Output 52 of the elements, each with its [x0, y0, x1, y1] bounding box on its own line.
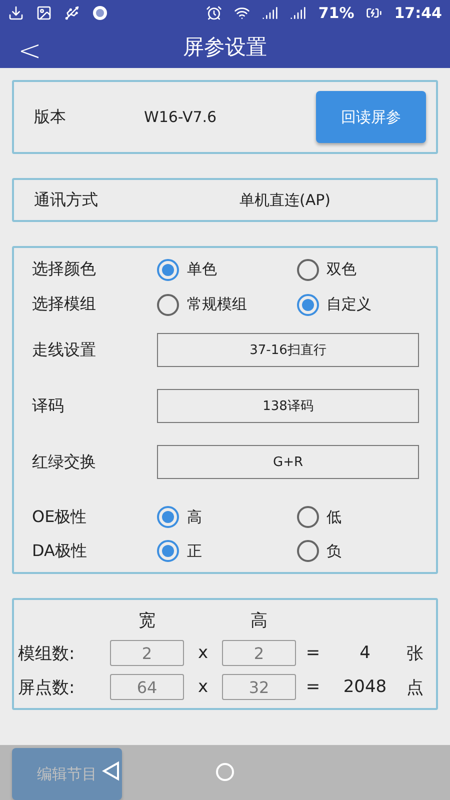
back-icon[interactable] — [102, 761, 120, 781]
setting-select[interactable]: 138译码 — [157, 389, 419, 423]
setting-label: 选择模组 — [32, 294, 97, 315]
equals-sign: = — [304, 677, 322, 697]
home-icon[interactable] — [215, 762, 235, 782]
comm-label: 通讯方式 — [34, 190, 99, 210]
record-icon — [92, 5, 108, 22]
radio-option[interactable]: 常规模组 — [157, 294, 296, 316]
clock-time: 17:44 — [394, 4, 442, 22]
radio-option[interactable]: 双色 — [296, 258, 436, 280]
radio-option[interactable]: 单色 — [157, 258, 296, 280]
page-title: 屏参设置 — [183, 34, 267, 62]
setting-label: 译码 — [32, 396, 65, 416]
setting-label: 红绿交换 — [32, 452, 97, 472]
height-field[interactable]: 2 — [222, 640, 296, 666]
times-sign: x — [196, 677, 210, 697]
row-label: 屏点数: — [18, 676, 76, 698]
unit-label: 张 — [406, 642, 424, 664]
signal-icon — [290, 5, 306, 22]
height-field[interactable]: 32 — [222, 674, 296, 700]
result-value: 4 — [358, 643, 372, 663]
setting-select[interactable]: 37-16扫直行 — [157, 333, 419, 367]
download-icon — [8, 5, 24, 22]
alarm-icon — [206, 5, 222, 22]
setting-label: 选择颜色 — [32, 259, 97, 280]
comm-value: 单机直连(AP) — [238, 190, 332, 210]
version-label: 版本 — [34, 106, 67, 128]
wifi-icon — [234, 5, 250, 22]
radio-option[interactable]: 高 — [157, 506, 296, 528]
radio-option[interactable]: 正 — [157, 540, 296, 562]
column-header: 宽 — [138, 610, 156, 632]
version-value: W16-V7.6 — [144, 108, 218, 126]
unit-label: 点 — [406, 676, 424, 698]
usb-icon — [64, 5, 80, 22]
radio-option[interactable]: 自定义 — [296, 294, 436, 316]
times-sign: x — [196, 643, 210, 663]
result-value: 2048 — [342, 677, 388, 697]
width-field[interactable]: 64 — [110, 674, 184, 700]
setting-label: DA极性 — [32, 540, 88, 562]
setting-label: OE极性 — [32, 506, 88, 528]
width-field[interactable]: 2 — [110, 640, 184, 666]
signal-icon — [262, 5, 278, 22]
radio-option[interactable]: 低 — [296, 506, 436, 528]
column-header: 高 — [250, 610, 268, 632]
setting-select[interactable]: G+R — [157, 445, 419, 479]
back-button[interactable]: < — [12, 32, 48, 68]
image-icon — [36, 5, 52, 22]
setting-label: 走线设置 — [32, 340, 97, 360]
equals-sign: = — [304, 643, 322, 663]
radio-option[interactable]: 负 — [296, 540, 436, 562]
battery-percent: 71% — [318, 4, 354, 22]
row-label: 模组数: — [18, 642, 76, 664]
